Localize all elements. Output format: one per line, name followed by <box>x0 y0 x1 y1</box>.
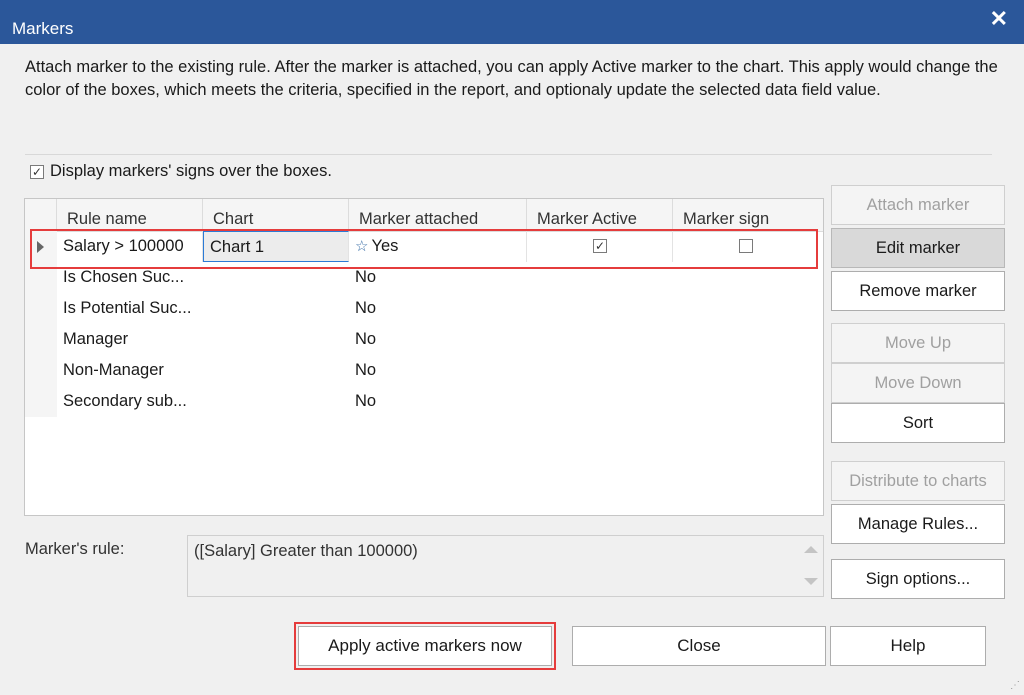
col-chart[interactable]: Chart <box>203 199 349 231</box>
checkbox-icon[interactable]: ✓ <box>593 239 607 253</box>
row-indicator <box>25 293 57 324</box>
cell-rule-name[interactable]: Secondary sub... <box>57 386 203 417</box>
cell-rule-name[interactable]: Is Potential Suc... <box>57 293 203 324</box>
col-marker-active[interactable]: Marker Active <box>527 199 673 231</box>
attach-marker-button[interactable]: Attach marker <box>831 185 1005 225</box>
cell-marker-attached[interactable]: No <box>349 293 527 324</box>
description-text: Attach marker to the existing rule. Afte… <box>25 58 998 99</box>
row-indicator <box>25 386 57 417</box>
row-indicator <box>25 324 57 355</box>
manage-rules-button[interactable]: Manage Rules... <box>831 504 1005 544</box>
cell-marker-attached[interactable]: No <box>349 262 527 293</box>
remove-marker-button[interactable]: Remove marker <box>831 271 1005 311</box>
marker-rule-value: ([Salary] Greater than 100000) <box>194 542 418 560</box>
cell-marker-attached[interactable]: ☆ Yes <box>349 231 527 262</box>
edit-marker-button[interactable]: Edit marker <box>831 228 1005 268</box>
table-row[interactable]: Non-Manager No <box>25 355 823 386</box>
grid-header: Rule name Chart Marker attached Marker A… <box>25 199 823 232</box>
scroll-down-icon[interactable] <box>804 578 818 585</box>
title-bar: Markers ✕ <box>0 0 1024 44</box>
close-button[interactable]: Close <box>572 626 826 666</box>
attached-value: Yes <box>371 237 399 255</box>
rule-scrollbar[interactable] <box>797 536 823 596</box>
marker-rule-textbox[interactable]: ([Salary] Greater than 100000) <box>187 535 824 597</box>
header-indicator <box>25 199 57 231</box>
col-rule-name[interactable]: Rule name <box>57 199 203 231</box>
distribute-to-charts-button[interactable]: Distribute to charts <box>831 461 1005 501</box>
cell-rule-name[interactable]: Manager <box>57 324 203 355</box>
checkbox-icon[interactable]: ✓ <box>30 164 44 179</box>
cell-marker-attached[interactable]: No <box>349 355 527 386</box>
table-row[interactable]: Is Potential Suc... No <box>25 293 823 324</box>
apply-active-markers-button[interactable]: Apply active markers now <box>298 626 552 666</box>
rules-grid: Rule name Chart Marker attached Marker A… <box>24 198 824 516</box>
divider <box>25 154 992 155</box>
star-icon: ☆ <box>355 238 369 255</box>
display-signs-label: Display markers' signs over the boxes. <box>50 162 332 180</box>
marker-rule-label: Marker's rule: <box>25 540 125 558</box>
row-indicator <box>25 231 57 262</box>
help-button[interactable]: Help <box>830 626 986 666</box>
window-title: Markers <box>12 19 74 38</box>
cell-marker-attached[interactable]: No <box>349 324 527 355</box>
sign-options-button[interactable]: Sign options... <box>831 559 1005 599</box>
resize-grip-icon[interactable]: ⋰ <box>1010 680 1020 691</box>
table-row[interactable]: Manager No <box>25 324 823 355</box>
cell-rule-name[interactable]: Salary > 100000 <box>57 231 203 262</box>
sort-button[interactable]: Sort <box>831 403 1005 443</box>
cell-marker-active[interactable]: ✓ <box>527 231 673 262</box>
move-up-button[interactable]: Move Up <box>831 323 1005 363</box>
col-marker-sign[interactable]: Marker sign <box>673 199 823 231</box>
checkbox-icon[interactable] <box>739 239 753 253</box>
scroll-up-icon[interactable] <box>804 546 818 553</box>
markers-dialog: Attach marker to the existing rule. Afte… <box>0 44 1024 695</box>
current-row-icon <box>37 241 44 253</box>
table-row[interactable]: Is Chosen Suc... No <box>25 262 823 293</box>
table-row[interactable]: Salary > 100000 Chart 1 ☆ Yes ✓ <box>25 231 823 262</box>
move-down-button[interactable]: Move Down <box>831 363 1005 403</box>
cell-rule-name[interactable]: Is Chosen Suc... <box>57 262 203 293</box>
cell-chart[interactable]: Chart 1 <box>203 231 349 262</box>
row-indicator <box>25 262 57 293</box>
display-signs-checkbox[interactable]: ✓ Display markers' signs over the boxes. <box>30 162 332 181</box>
row-indicator <box>25 355 57 386</box>
col-marker-attached[interactable]: Marker attached <box>349 199 527 231</box>
close-icon[interactable]: ✕ <box>990 6 1008 32</box>
cell-marker-attached[interactable]: No <box>349 386 527 417</box>
cell-marker-sign[interactable] <box>673 231 823 262</box>
cell-rule-name[interactable]: Non-Manager <box>57 355 203 386</box>
table-row[interactable]: Secondary sub... No <box>25 386 823 417</box>
